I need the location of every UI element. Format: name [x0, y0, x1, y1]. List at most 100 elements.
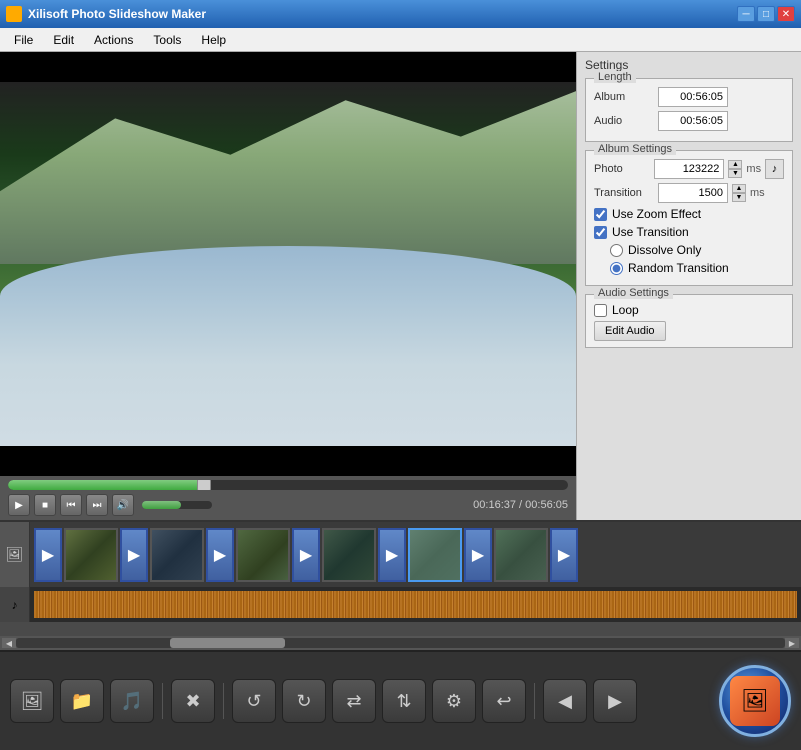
add-photo-button[interactable]: 🖼: [10, 679, 54, 723]
edit-audio-button[interactable]: Edit Audio: [594, 321, 666, 341]
scroll-thumb[interactable]: [170, 638, 285, 648]
length-label: Length: [594, 71, 636, 83]
horizontal-scrollbar: ◀ ▶: [0, 636, 801, 650]
photo-thumb-2[interactable]: [150, 528, 204, 582]
progress-area: [0, 476, 576, 492]
album-length-row: Album: [594, 87, 784, 107]
loop-label: Loop: [612, 303, 639, 317]
transition-arrow-0[interactable]: ▶: [34, 528, 62, 582]
photo-thumb-1[interactable]: [64, 528, 118, 582]
play-button[interactable]: ▶: [8, 494, 30, 516]
photo-thumb-6[interactable]: [494, 528, 548, 582]
zoom-effect-checkbox[interactable]: [594, 208, 607, 221]
photo-track-items: ▶ ▶ ▶ ▶ ▶ ▶ ▶: [30, 522, 582, 587]
length-group: Length Album Audio: [585, 78, 793, 142]
toolbar-separator-3: [534, 683, 535, 719]
random-transition-row: Random Transition: [610, 261, 784, 275]
music-icon[interactable]: ♪: [765, 159, 784, 179]
delete-button[interactable]: ✖: [171, 679, 215, 723]
add-folder-button[interactable]: 📁: [60, 679, 104, 723]
effects-button[interactable]: ⚙: [432, 679, 476, 723]
settings-title: Settings: [585, 58, 793, 72]
photo-thumb-4[interactable]: [322, 528, 376, 582]
video-content: [0, 82, 576, 446]
photo-spinner[interactable]: ▲ ▼: [728, 160, 742, 178]
flip-button[interactable]: ⇄: [332, 679, 376, 723]
transition-arrow-6[interactable]: ▶: [550, 528, 578, 582]
zoom-effect-row: Use Zoom Effect: [594, 207, 784, 221]
photo-input[interactable]: [654, 159, 724, 179]
scroll-left-arrow[interactable]: ◀: [2, 638, 16, 648]
stop-button[interactable]: ■: [34, 494, 56, 516]
minimize-button[interactable]: ─: [737, 6, 755, 22]
use-transition-checkbox[interactable]: [594, 226, 607, 239]
scroll-track[interactable]: [16, 638, 785, 648]
photo-label: Photo: [594, 163, 650, 175]
undo-button[interactable]: ↩: [482, 679, 526, 723]
photo-thumb-5[interactable]: [408, 528, 462, 582]
rotate-left-button[interactable]: ↺: [232, 679, 276, 723]
photo-row: Photo ▲ ▼ ms ♪: [594, 159, 784, 179]
progress-thumb[interactable]: [197, 480, 211, 490]
dissolve-only-radio[interactable]: [610, 244, 623, 257]
audio-waveform: [34, 591, 797, 618]
transition-input[interactable]: [658, 183, 728, 203]
volume-slider[interactable]: [142, 501, 212, 509]
transition-arrow-1[interactable]: ▶: [120, 528, 148, 582]
next-button[interactable]: ⏭: [86, 494, 108, 516]
timeline-outer: 🖼 ▶ ▶ ▶ ▶ ▶ ▶ ▶ ♪: [0, 520, 801, 650]
transition-label: Transition: [594, 187, 654, 199]
photo-spin-down[interactable]: ▼: [728, 169, 742, 178]
random-transition-label: Random Transition: [628, 261, 729, 275]
forward-button[interactable]: ▶: [593, 679, 637, 723]
audio-settings-group: Audio Settings Loop Edit Audio: [585, 294, 793, 348]
photo-track-icon: 🖼: [0, 522, 30, 587]
back-button[interactable]: ◀: [543, 679, 587, 723]
photo-spin-up[interactable]: ▲: [728, 160, 742, 169]
app-icon: [6, 6, 22, 22]
dissolve-only-label: Dissolve Only: [628, 243, 701, 257]
transition-spin-down[interactable]: ▼: [732, 193, 746, 202]
transition-unit: ms: [750, 187, 765, 199]
loop-checkbox[interactable]: [594, 304, 607, 317]
transition-spin-up[interactable]: ▲: [732, 184, 746, 193]
transition-arrow-5[interactable]: ▶: [464, 528, 492, 582]
toolbar-separator-1: [162, 683, 163, 719]
timeline-scroll-area: 🖼 ▶ ▶ ▶ ▶ ▶ ▶ ▶ ♪: [0, 522, 801, 636]
audio-length-input[interactable]: [658, 111, 728, 131]
close-button[interactable]: ✕: [777, 6, 795, 22]
add-music-button[interactable]: 🎵: [110, 679, 154, 723]
transition-arrow-4[interactable]: ▶: [378, 528, 406, 582]
photo-thumb-3[interactable]: [236, 528, 290, 582]
transition-arrow-2[interactable]: ▶: [206, 528, 234, 582]
time-current: 00:16:37: [473, 499, 516, 511]
menu-actions[interactable]: Actions: [84, 31, 143, 49]
top-section: ▶ ■ ⏮ ⏭ 🔊 00:16:37 / 00:56:05 Settings L…: [0, 52, 801, 520]
volume-icon[interactable]: 🔊: [112, 494, 134, 516]
toolbar-separator-2: [223, 683, 224, 719]
scroll-right-arrow[interactable]: ▶: [785, 638, 799, 648]
menu-file[interactable]: File: [4, 31, 43, 49]
menu-edit[interactable]: Edit: [43, 31, 84, 49]
transition-row: Transition ▲ ▼ ms: [594, 183, 784, 203]
maximize-button[interactable]: □: [757, 6, 775, 22]
audio-settings-label: Audio Settings: [594, 287, 673, 299]
menu-tools[interactable]: Tools: [143, 31, 191, 49]
transition-spinner[interactable]: ▲ ▼: [732, 184, 746, 202]
rotate-right-button[interactable]: ↻: [282, 679, 326, 723]
bottom-toolbar: 🖼 📁 🎵 ✖ ↺ ↻ ⇄ ⇅ ⚙ ↩ ◀ ▶ 🖼: [0, 650, 801, 750]
photo-track-symbol: 🖼: [6, 546, 24, 563]
transition-arrow-3[interactable]: ▶: [292, 528, 320, 582]
sort-button[interactable]: ⇅: [382, 679, 426, 723]
prev-button[interactable]: ⏮: [60, 494, 82, 516]
album-length-input[interactable]: [658, 87, 728, 107]
audio-track-symbol: ♪: [12, 598, 18, 612]
time-total: 00:56:05: [525, 499, 568, 511]
video-letterbox-bottom: [0, 446, 576, 476]
progress-bar[interactable]: [8, 480, 568, 490]
use-transition-row: Use Transition: [594, 225, 784, 239]
album-settings-group: Album Settings Photo ▲ ▼ ms ♪ Transition…: [585, 150, 793, 286]
time-display: 00:16:37 / 00:56:05: [473, 499, 568, 511]
random-transition-radio[interactable]: [610, 262, 623, 275]
menu-help[interactable]: Help: [191, 31, 236, 49]
